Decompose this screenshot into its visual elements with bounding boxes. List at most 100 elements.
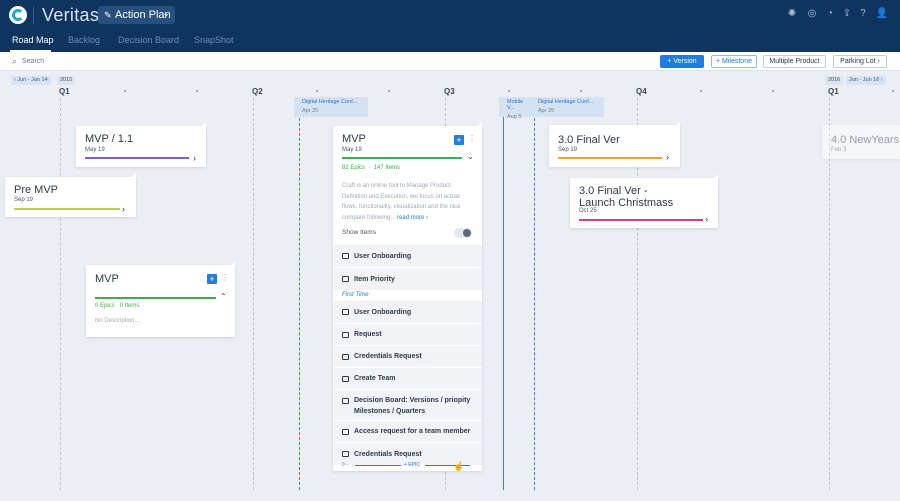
item-label: Access request for a team member <box>354 428 471 435</box>
month-tick <box>580 90 582 92</box>
card-title: MVP <box>95 273 119 285</box>
year-label: 2015 <box>57 76 76 85</box>
tab-road-map[interactable]: Road Map <box>12 35 54 45</box>
box-icon <box>342 354 349 360</box>
month-tick <box>196 90 198 92</box>
release-marker[interactable]: Digital Heritage Conf... Apr 25 <box>530 97 604 117</box>
more-options-icon[interactable]: ⋮ <box>221 273 229 282</box>
range-end-chip[interactable]: Jun - Jun 16 › <box>846 76 886 85</box>
main-tabs: Road Map Backlog Decision Board SnapShot <box>0 30 900 52</box>
card-description: Craft is an online tool to Manage Produc… <box>342 181 461 223</box>
card-date: Feb 3 <box>831 147 847 153</box>
share-icon[interactable]: ⇪ <box>841 8 853 20</box>
parking-lot-button[interactable]: Parking Lot › <box>833 55 887 68</box>
item-label: User Onboarding <box>354 253 412 260</box>
item-label: Create Team <box>354 375 396 382</box>
card-date: Sep 19 <box>558 147 578 153</box>
release-name: Digital Heritage Conf... <box>538 99 594 105</box>
lightbulb-icon[interactable]: ✺ <box>786 8 798 20</box>
release-date: Apr 25 <box>538 108 555 114</box>
list-item[interactable]: Access request for a team member <box>334 420 482 442</box>
box-icon <box>342 398 349 404</box>
show-items-toggle[interactable] <box>454 228 472 238</box>
tab-decision-board[interactable]: Decision Board <box>118 35 179 45</box>
month-tick <box>772 90 774 92</box>
version-card-mvp-1-1[interactable]: MVP / 1.1 May 19 › <box>76 122 206 167</box>
chevron-right-icon[interactable]: › <box>705 214 708 224</box>
app-logo[interactable] <box>9 6 27 24</box>
description-line: compare following... <box>342 214 396 221</box>
box-icon <box>342 309 349 315</box>
chevron-up-icon[interactable]: ⌃ <box>220 292 227 301</box>
read-more-link[interactable]: read more › <box>397 215 428 221</box>
release-marker[interactable]: Digital Heritage Conf... Apr 25 <box>294 97 368 117</box>
help-icon[interactable]: ? <box>857 8 869 20</box>
card-date: Oct 25 <box>579 208 597 214</box>
list-item[interactable]: Credentials Request <box>334 345 482 367</box>
list-item[interactable]: Decision Board: Versions / priopity Miles… <box>334 389 482 420</box>
action-plan-dropdown[interactable]: ✎ Action Plan ⌄ <box>98 6 175 24</box>
description-line: flows, functionality, visualization and … <box>342 204 461 210</box>
globe-icon[interactable]: ◎ <box>806 8 818 20</box>
description-line: Craft is an online tool to Manage Produc… <box>342 183 451 189</box>
list-item[interactable]: User Onboarding <box>334 300 482 323</box>
sprint-label: First Time <box>342 292 369 298</box>
tab-backlog[interactable]: Backlog <box>68 35 100 45</box>
month-tick <box>892 90 894 92</box>
release-date: Apr 25 <box>302 108 319 114</box>
chevron-down-icon[interactable]: ⌄ <box>467 152 474 161</box>
multiple-product-button[interactable]: Multiple Product <box>763 55 826 68</box>
card-title: 4.0 NewYears Ver <box>831 134 900 146</box>
version-card-mvp[interactable]: MVP + ⋮ ⌃ 0 Epics 0 Items No Description… <box>86 261 235 337</box>
progress-bar <box>95 297 216 299</box>
quarter-label: Q1 <box>828 87 839 96</box>
add-milestone-button[interactable]: + Milestone <box>711 55 757 68</box>
quarter-gridline <box>253 98 254 490</box>
release-marker[interactable]: Mobile V... Aug 5 <box>499 97 531 120</box>
quarter-label: Q4 <box>636 87 647 96</box>
divider <box>33 6 34 24</box>
list-item[interactable]: Create Team <box>334 367 482 389</box>
card-description: No Description... <box>95 318 140 324</box>
footer-count[interactable]: 8 › <box>342 462 348 468</box>
card-title: 3.0 Final Ver - Launch Christmass <box>579 185 673 209</box>
box-icon <box>342 253 349 259</box>
card-date: Sep 19 <box>14 197 34 203</box>
description-line: Definition and Execution, we focus on ac… <box>342 193 460 200</box>
user-icon[interactable]: 👤 <box>875 8 889 20</box>
chevron-right-icon[interactable]: › <box>193 153 196 163</box>
progress-bar <box>342 157 462 159</box>
item-label: Credentials Request <box>354 353 422 360</box>
box-icon <box>342 429 349 435</box>
add-epic-button[interactable]: + EPIC <box>404 462 420 468</box>
version-card-4-0-newyears[interactable]: 4.0 NewYears Ver Feb 3 <box>822 125 900 159</box>
box-icon <box>342 376 349 382</box>
month-tick <box>388 90 390 92</box>
version-card-mvp-expanded[interactable]: MVP May 19 + ⋮ ⌄ 82 Epics · 147 Items Cr… <box>333 122 482 471</box>
chevron-right-icon[interactable]: › <box>122 204 125 214</box>
item-label: Credentials Request <box>354 451 422 458</box>
chevron-down-icon: ⌄ <box>162 8 170 18</box>
items-count: 147 Items <box>373 165 401 171</box>
epics-count: 0 Epics <box>95 303 115 309</box>
items-count: 0 Items <box>119 303 140 309</box>
version-card-3-0-final[interactable]: 3.0 Final Ver Sep 19 › <box>549 121 680 167</box>
more-options-icon[interactable]: ⋮ <box>468 134 476 143</box>
card-stats: 0 Epics 0 Items <box>95 303 139 309</box>
divider <box>355 465 401 466</box>
list-item[interactable]: User Onboarding <box>334 244 482 267</box>
version-card-pre-mvp[interactable]: Pre MVP Sep 19 › <box>5 173 136 217</box>
tab-snapshot[interactable]: SnapShot <box>194 35 234 45</box>
list-item[interactable]: Request <box>334 323 482 345</box>
list-item[interactable]: Item Priority <box>334 267 482 290</box>
version-card-launch-christmass[interactable]: 3.0 Final Ver - Launch Christmass Oct 25 … <box>570 174 718 228</box>
search-input[interactable] <box>22 55 222 68</box>
history-icon[interactable]: ◔ <box>824 8 836 20</box>
add-version-button[interactable]: + Version <box>660 55 704 68</box>
card-date: May 19 <box>342 147 362 153</box>
range-start-chip[interactable]: ‹ Jun - Jan 14 <box>11 76 51 85</box>
add-button[interactable]: + <box>454 135 464 145</box>
add-button[interactable]: + <box>207 274 217 284</box>
chevron-right-icon[interactable]: › <box>666 152 669 162</box>
item-label: User Onboarding <box>354 309 412 316</box>
